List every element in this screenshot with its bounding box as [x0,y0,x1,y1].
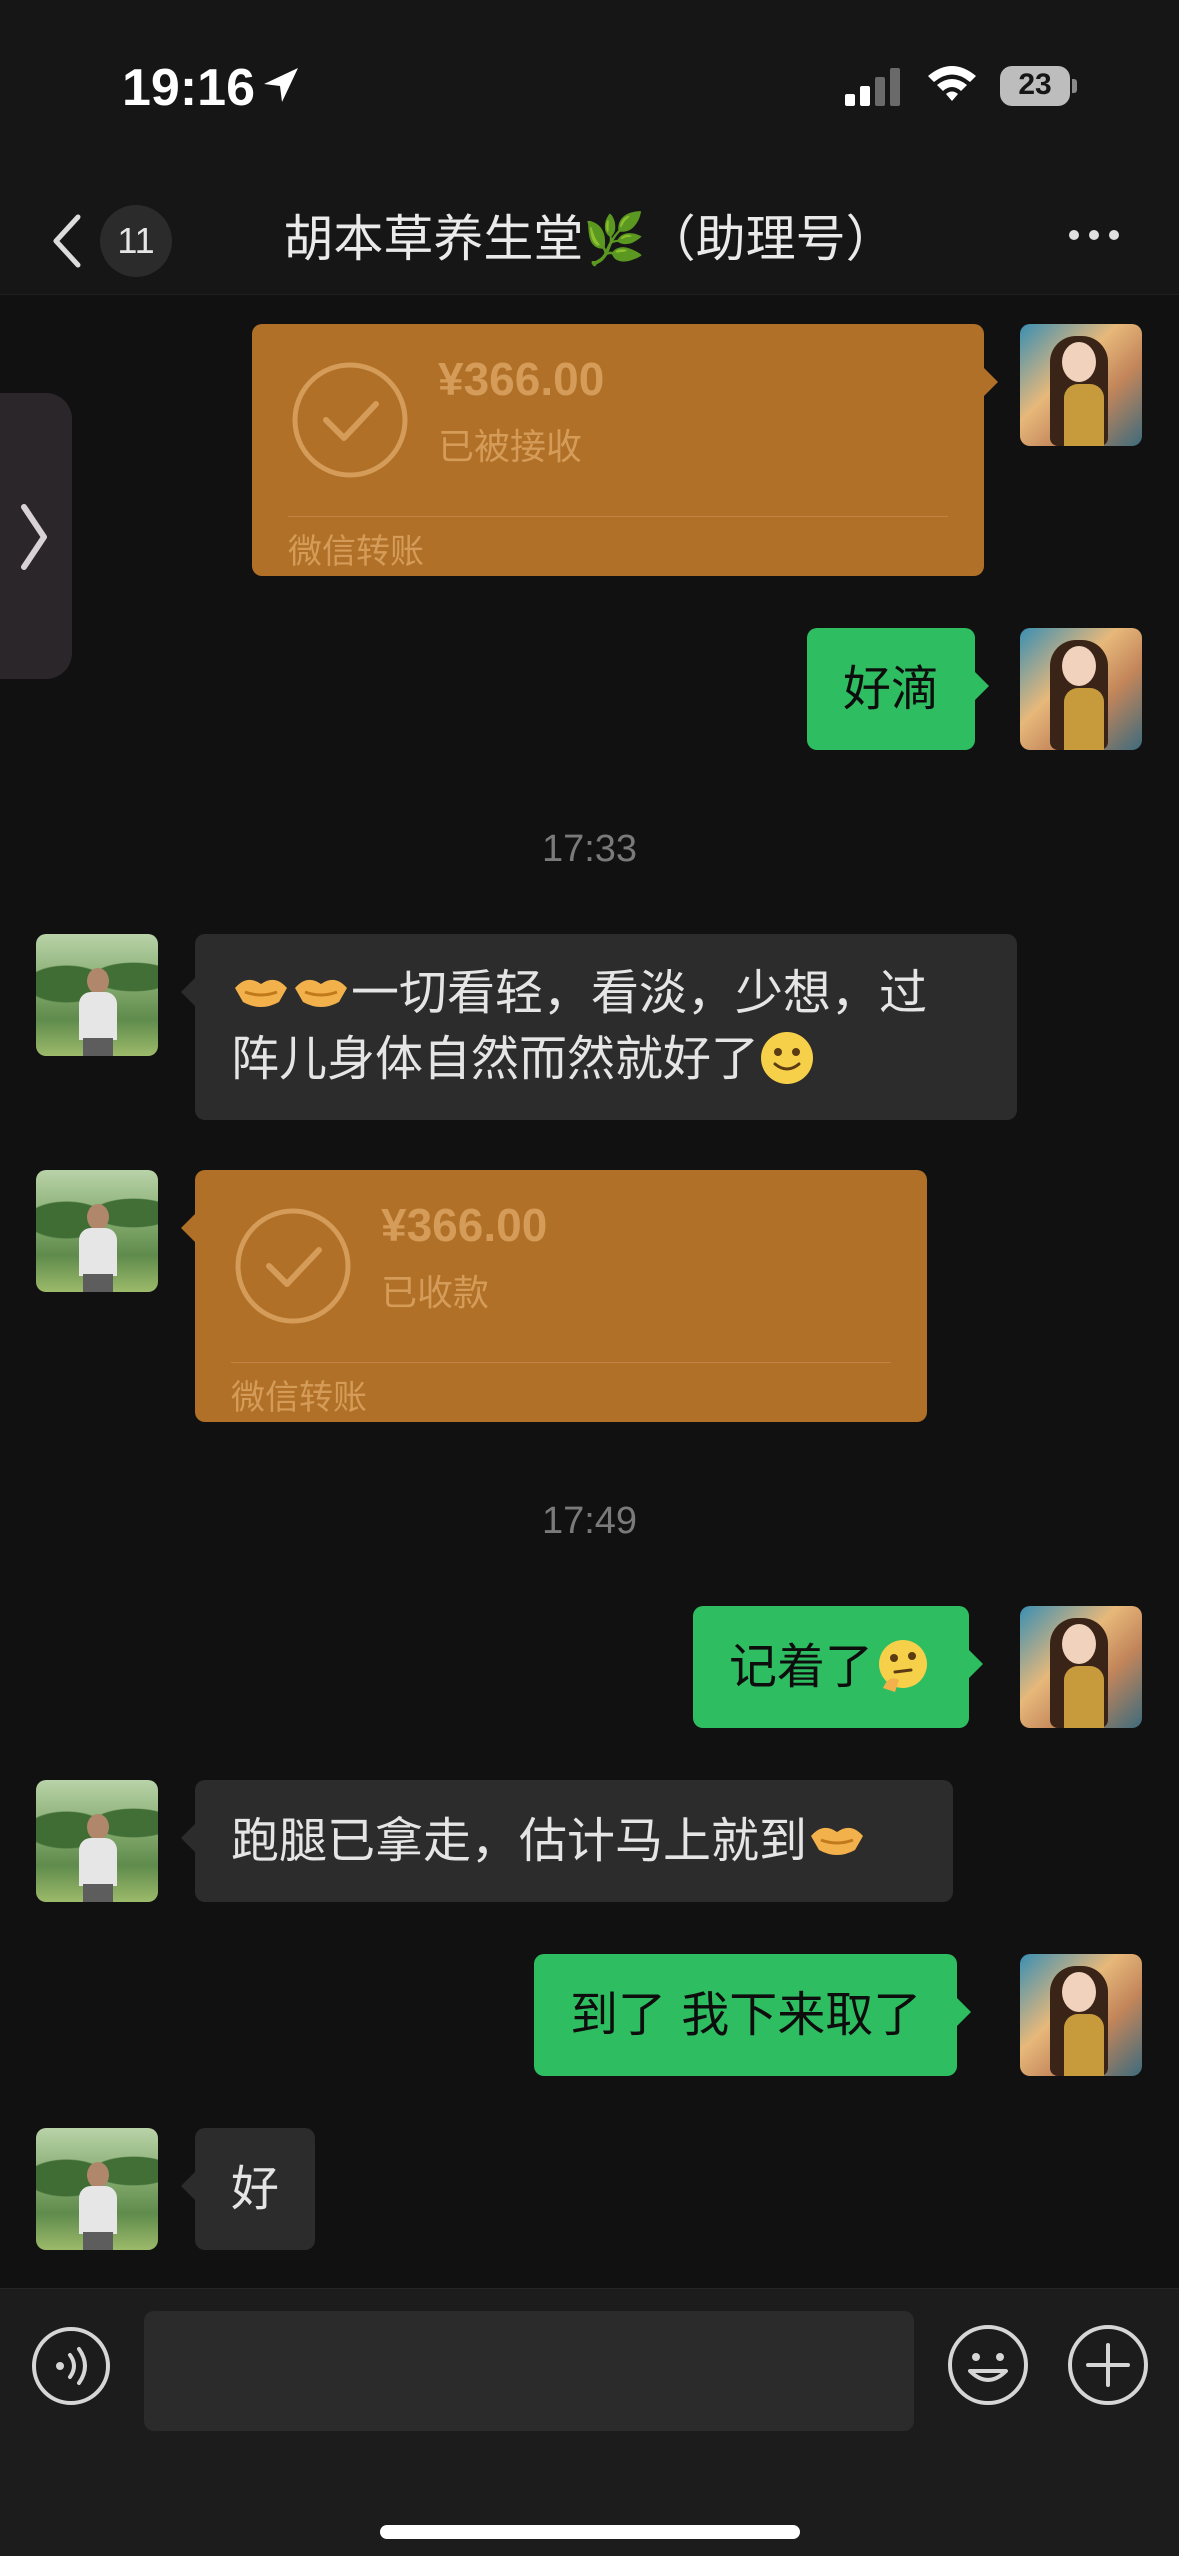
message-text-line1: 一切看轻，看淡，少想，过 [351,965,928,1021]
transfer-label: 微信转账 [231,1378,367,1418]
side-panel-handle[interactable] [0,393,72,679]
side-chevron-icon [21,504,47,570]
message-bubble-self[interactable]: 记着了 [693,1606,984,1728]
message-bubble-contact[interactable]: 好 [180,2128,316,2250]
message-text-line2: 阵儿身体自然而然就好了 [231,1031,760,1087]
plus-icon[interactable] [1066,2323,1150,2407]
avatar-contact[interactable] [36,1780,158,1902]
battery-level: 23 [1018,68,1052,101]
message-text: 记着了 [729,1639,874,1695]
transfer-card[interactable]: ¥366.00 已收款 微信转账 [181,1170,927,1422]
message-text: 好滴 [843,661,940,717]
chat-title: 胡本草养生堂🌿（助理号） [283,210,896,268]
message-text: 好 [231,2161,280,2217]
check-circle-icon [235,1208,351,1324]
unread-count-badge: 11 [100,205,172,277]
message-bubble-contact[interactable]: 跑腿已拿走，估计马上就到 [181,1780,953,1902]
more-icon[interactable] [1064,215,1124,255]
message-timestamp: 17:49 [541,1500,638,1542]
transfer-divider [231,1362,891,1363]
battery-icon: 23 [1000,66,1077,106]
avatar-contact[interactable] [36,1170,158,1292]
message-timestamp: 17:33 [541,828,638,870]
message-bubble-self[interactable]: 到了 我下来取了 [534,1954,972,2076]
message-text: 跑腿已拿走，估计马上就到 [231,1813,808,1869]
avatar-self[interactable] [1020,1954,1142,2076]
message-text: 到了 我下来取了 [570,1987,922,2043]
location-arrow-icon [264,68,298,102]
transfer-status: 已收款 [381,1273,490,1314]
message-bubble-contact[interactable]: 一切看轻，看淡，少想，过 阵儿身体自然而然就好了 [181,934,1017,1120]
emoji-icon[interactable] [946,2323,1030,2407]
smile-emoji [761,1032,814,1084]
handshake-emoji [295,979,347,1007]
avatar-self[interactable] [1020,324,1142,446]
signal-icon [845,68,900,106]
avatar-self[interactable] [1020,628,1142,750]
avatar-self[interactable] [1020,1606,1142,1728]
avatar-contact[interactable] [36,2128,158,2250]
handshake-emoji [811,1827,864,1855]
thinking-emoji [879,1640,928,1692]
back-chevron-icon [53,214,81,268]
transfer-card[interactable]: ¥366.00 已被接收 微信转账 [252,324,998,576]
status-time: 19:16 [122,59,255,117]
message-input[interactable] [144,2311,914,2431]
wifi-icon [928,66,976,101]
status-bar: 19:16 23 [0,0,1179,175]
home-indicator [380,2525,800,2539]
transfer-divider [288,516,948,517]
transfer-status: 已被接收 [438,427,583,468]
check-circle-icon [292,362,408,478]
transfer-amount: ¥366.00 [438,353,605,405]
voice-icon[interactable] [30,2325,112,2407]
transfer-amount: ¥366.00 [381,1199,548,1251]
message-bubble-self[interactable]: 好滴 [807,628,990,750]
transfer-label: 微信转账 [288,532,424,572]
avatar-contact[interactable] [36,934,158,1056]
chat-header: 11 胡本草养生堂🌿（助理号） [0,175,1179,295]
back-button[interactable]: 11 [40,195,180,277]
handshake-emoji [235,979,287,1007]
input-bar [0,2288,1179,2556]
